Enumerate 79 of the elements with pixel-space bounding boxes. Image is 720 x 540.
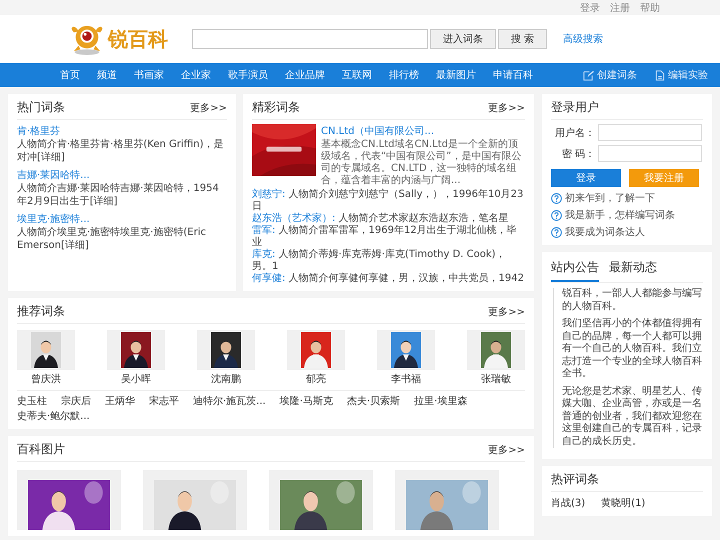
notice-paragraph: 锐百科，一部人人都能参与编写的人物百科。 (562, 288, 703, 313)
entry-link[interactable]: 何享健: (252, 273, 286, 284)
login-button[interactable]: 登录 (551, 169, 621, 187)
entry-summary: 库克: 人物简介蒂姆·库克蒂姆·库克(Timothy D. Cook)，男。1 (252, 249, 507, 272)
entry-summary: 何享健: 人物简介何享健何享健，男，汉族，中共党员，1942 (252, 273, 525, 285)
entry-link[interactable]: 肯·格里芬 (17, 126, 60, 137)
help-link[interactable]: 初来乍到，了解一下 (565, 191, 655, 205)
entry-link[interactable]: 雷军: (252, 225, 276, 236)
question-icon (551, 226, 562, 238)
person-name-link[interactable]: 李书福 (391, 372, 421, 386)
entry-summary: 人物简介吉娜·莱因哈特吉娜·莱因哈特，1954年2月9日出生于[详细] (17, 183, 220, 208)
card-title: 登录用户 (551, 99, 599, 116)
entry-link[interactable]: 吉娜·莱因哈特... (17, 170, 90, 181)
entry-link[interactable]: 库克: (252, 249, 276, 260)
more-link[interactable]: 更多>> (190, 100, 227, 114)
entry-link[interactable]: 王炳华 (105, 394, 135, 408)
entry-link[interactable]: 埃隆·马斯克 (280, 394, 333, 408)
card-title: 推荐词条 (17, 303, 65, 320)
card-title: 百科图片 (17, 441, 65, 458)
nav-item[interactable]: 歌手演员 (228, 68, 268, 82)
notice-paragraph: 我们坚信再小的个体都值得拥有自己的品牌，每一个人都可以拥有一个自己的人物百科。我们立志打造一个专业的全球人物百科全书。 (562, 318, 703, 380)
advanced-search-link[interactable]: 高级搜索 (563, 32, 604, 46)
search-button[interactable]: 进入词条 (430, 29, 496, 49)
entry-link[interactable]: 宗庆后 (61, 394, 91, 408)
input-field[interactable] (598, 145, 702, 162)
field-label: 密 码： (560, 148, 595, 160)
card-title: 热门词条 (17, 99, 65, 116)
nav-item[interactable]: 书画家 (134, 68, 164, 82)
nav-item[interactable]: 企业家 (181, 68, 211, 82)
nav-item[interactable]: 最新图片 (436, 68, 476, 82)
question-icon (551, 210, 562, 220)
entry-link[interactable]: CN.Ltd（中国有限公司... (321, 124, 525, 138)
nav-item[interactable]: 排行榜 (389, 68, 419, 82)
entry-summary: 雷军: 人物简介雷军雷军，1969年12月出生于湖北仙桃，毕业 (252, 225, 518, 248)
nav-item[interactable]: 频道 (97, 68, 117, 82)
card-title: 精彩词条 (252, 99, 300, 116)
entry-link[interactable]: 刘慈宁: (252, 189, 286, 200)
person-name-link[interactable]: 郁亮 (306, 372, 326, 386)
nav-item[interactable]: 申请百科 (493, 68, 533, 82)
input-field[interactable] (598, 124, 702, 141)
person-name-link[interactable]: 吴小晖 (121, 372, 151, 386)
entry-link[interactable]: 埃里克·施密特... (17, 214, 90, 225)
person-name-link[interactable]: 曾庆洪 (31, 372, 61, 386)
entry-link[interactable]: 迪特尔·施瓦茨... (193, 394, 266, 408)
entry-summary: 刘慈宁: 人物简介刘慈宁刘慈宁（Sally，），1996年10月23日 (252, 189, 524, 212)
more-link[interactable]: 更多>> (488, 442, 525, 456)
help-link[interactable]: 我要成为词条达人 (565, 225, 645, 239)
nav-action[interactable]: 编辑实验 (655, 68, 708, 82)
nav-action[interactable]: 创建词条 (583, 68, 637, 82)
entry-summary: 人物简介肯·格里芬肯·格里芬(Ken Griffin)，是对冲[详细] (17, 139, 225, 164)
entry-link[interactable]: 肖战(3) (551, 496, 586, 510)
search-button[interactable]: 搜 索 (498, 29, 548, 49)
entry-link[interactable]: 拉里·埃里森 (414, 394, 468, 408)
search-field[interactable] (192, 29, 428, 49)
entry-link[interactable]: 杰夫·贝索斯 (346, 394, 400, 408)
notice-tab[interactable]: 站内公告 (551, 257, 599, 282)
nav-item[interactable]: 首页 (60, 68, 80, 82)
field-label: 用户名： (554, 126, 595, 140)
pencil-icon (583, 70, 594, 80)
nav-item[interactable]: 互联网 (342, 68, 372, 82)
entry-summary: 赵东浩（艺术家）: 人物简介艺术家赵东浩赵东浩，笔名星 (252, 213, 510, 224)
entry-link[interactable]: 宋志平 (149, 394, 179, 408)
help-link[interactable]: 我是新手，怎样编写词条 (565, 208, 675, 222)
person-name-link[interactable]: 张瑞敏 (481, 372, 511, 386)
person-name-link[interactable]: 沈南鹏 (211, 372, 241, 386)
notice-paragraph: 无论您是艺术家、明星艺人、传媒大咖、企业高管，亦或是一名普通的创业者，我们都欢迎您在这里创建自己的专属百科，记录自己的成长历史。 (562, 386, 703, 448)
entry-link[interactable]: 史蒂夫·鲍尔默... (17, 409, 90, 423)
nav-item[interactable]: 企业品牌 (285, 68, 325, 82)
entry-link[interactable]: 黄晓明(1) (601, 496, 646, 510)
question-icon (551, 192, 562, 204)
more-link[interactable]: 更多>> (488, 304, 525, 318)
more-link[interactable]: 更多>> (488, 100, 525, 114)
entry-summary: 人物简介埃里克·施密特埃里克·施密特(Eric Emerson[详细] (17, 227, 207, 252)
notice-tab[interactable]: 最新动态 (609, 257, 657, 282)
entry-summary: 基本概念CN.Ltd域名CN.Ltd是一个全新的顶级域名，代表“中国有限公司”，是中国有限公司的专属域名。CN.LTD，这一独特的域名组合，蕴含着丰富的内涵与广阔... (321, 139, 522, 187)
card-title: 热评词条 (551, 471, 599, 488)
entry-link[interactable]: 赵东浩（艺术家）: (252, 213, 336, 224)
entry-link[interactable]: 史玉柱 (17, 394, 47, 408)
document-icon (655, 70, 665, 80)
